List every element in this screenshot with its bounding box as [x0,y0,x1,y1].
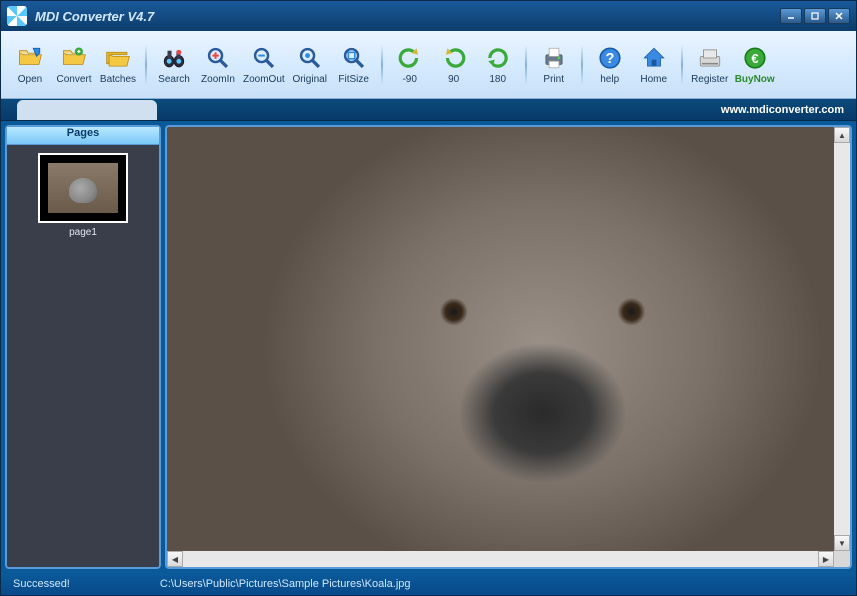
help-icon: ? [596,44,624,72]
toolbar-separator [681,45,683,85]
toolbar-label: Register [691,74,728,85]
buynow-button[interactable]: € BuyNow [733,36,777,94]
toolbar-label: BuyNow [735,74,775,85]
scroll-track-v[interactable] [834,143,850,535]
thumbnail-label: page1 [69,227,97,238]
image-viewport[interactable]: ▲ ▼ ◀ ▶ [167,127,850,567]
home-icon [640,44,668,72]
toolbar-label: Print [543,74,564,85]
rotate-right-icon [440,44,468,72]
app-window: MDI Converter V4.7 Open Convert Batches Sea… [0,0,857,596]
vertical-scrollbar[interactable]: ▲ ▼ [834,127,850,551]
rotate-180-button[interactable]: 180 [477,36,519,94]
toolbar: Open Convert Batches Search ZoomIn ZoomOut Ori… [1,31,856,99]
toolbar-separator [381,45,383,85]
horizontal-scrollbar[interactable]: ◀ ▶ [167,551,834,567]
page-thumbnail[interactable] [38,153,128,223]
toolbar-separator [145,45,147,85]
zoomout-button[interactable]: ZoomOut [241,36,287,94]
url-bar: www.mdiconverter.com [1,99,856,121]
folder-open-icon [16,44,44,72]
zoom-out-icon [250,44,278,72]
scroll-right-button[interactable]: ▶ [818,551,834,567]
folder-convert-icon [60,44,88,72]
toolbar-label: Home [640,74,667,85]
zoomin-button[interactable]: ZoomIn [197,36,239,94]
toolbar-label: 180 [489,74,506,85]
open-button[interactable]: Open [9,36,51,94]
toolbar-label: ZoomIn [201,74,235,85]
rotate-left-icon [396,44,424,72]
search-button[interactable]: Search [153,36,195,94]
print-button[interactable]: Print [533,36,575,94]
website-url[interactable]: www.mdiconverter.com [721,104,844,116]
toolbar-label: Original [292,74,326,85]
fitsize-button[interactable]: FitSize [333,36,375,94]
pages-sidebar: Pages page1 [5,125,161,569]
document-tab[interactable] [17,100,157,120]
toolbar-label: FitSize [338,74,369,85]
document-image [167,127,850,567]
zoom-in-icon [204,44,232,72]
scroll-up-button[interactable]: ▲ [834,127,850,143]
minimize-button[interactable] [780,8,802,24]
zoom-fit-icon [340,44,368,72]
folder-batch-icon [104,44,132,72]
sidebar-header: Pages [7,127,159,145]
main-viewer: ▲ ▼ ◀ ▶ [165,125,852,569]
body-area: Pages page1 ▲ ▼ ◀ ▶ [1,121,856,573]
register-button[interactable]: Register [689,36,731,94]
euro-icon: € [741,44,769,72]
maximize-button[interactable] [804,8,826,24]
thumbnail-image [48,163,118,213]
toolbar-label: Open [18,74,42,85]
scroll-left-button[interactable]: ◀ [167,551,183,567]
status-message: Successed! [13,578,70,590]
svg-text:?: ? [605,51,614,67]
scroll-track-h[interactable] [183,551,818,567]
app-icon [7,6,27,26]
app-title: MDI Converter V4.7 [35,9,154,24]
toolbar-label: Batches [100,74,136,85]
printer-icon [540,44,568,72]
register-icon [696,44,724,72]
window-controls [780,8,850,24]
convert-button[interactable]: Convert [53,36,95,94]
batches-button[interactable]: Batches [97,36,139,94]
titlebar[interactable]: MDI Converter V4.7 [1,1,856,31]
toolbar-label: Search [158,74,190,85]
scroll-corner [834,551,850,567]
toolbar-label: Convert [56,74,91,85]
binoculars-icon [160,44,188,72]
rotate-m90-button[interactable]: -90 [389,36,431,94]
toolbar-separator [581,45,583,85]
toolbar-label: help [600,74,619,85]
svg-text:€: € [751,51,758,66]
rotate-180-icon [484,44,512,72]
toolbar-label: 90 [448,74,459,85]
zoom-actual-icon [296,44,324,72]
status-filepath: C:\Users\Public\Pictures\Sample Pictures… [160,578,411,590]
close-button[interactable] [828,8,850,24]
original-button[interactable]: Original [289,36,331,94]
toolbar-label: -90 [402,74,416,85]
rotate-90-button[interactable]: 90 [433,36,475,94]
home-button[interactable]: Home [633,36,675,94]
toolbar-label: ZoomOut [243,74,285,85]
help-button[interactable]: ? help [589,36,631,94]
scroll-down-button[interactable]: ▼ [834,535,850,551]
sidebar-content: page1 [7,145,159,567]
statusbar: Successed! C:\Users\Public\Pictures\Samp… [1,573,856,595]
toolbar-separator [525,45,527,85]
